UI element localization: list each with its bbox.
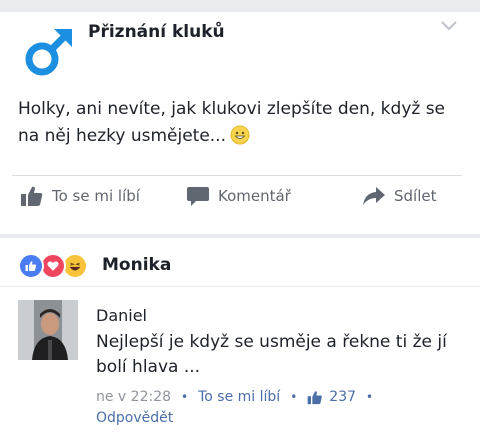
comment-time: ne v 22:28	[96, 389, 172, 405]
male-symbol-icon[interactable]	[20, 25, 76, 81]
comment-label: Komentář	[218, 187, 291, 205]
divider	[12, 175, 462, 176]
like-reaction-icon	[18, 253, 44, 279]
reactor-name[interactable]: Monika	[102, 255, 171, 275]
comment-button[interactable]: Komentář	[186, 182, 291, 210]
thumbs-up-icon	[21, 186, 43, 206]
share-button[interactable]: Sdílet	[362, 182, 437, 210]
share-arrow-icon	[363, 187, 385, 205]
reply-link[interactable]: Odpovědět	[96, 410, 173, 426]
separator-dot: •	[181, 390, 189, 404]
separator-dot: •	[290, 390, 298, 404]
comment-text: Nejlepší je když se usměje a řekne ti že…	[96, 332, 447, 377]
post-body: Holky, ani nevíte, jak klukovi zlepšíte …	[18, 96, 468, 150]
comment-like-count[interactable]: 237	[329, 389, 356, 405]
like-label: To se mi líbí	[52, 187, 140, 205]
avatar[interactable]	[18, 300, 78, 360]
thumbs-up-icon	[307, 390, 323, 404]
chevron-down-icon[interactable]	[440, 20, 458, 32]
share-label: Sdílet	[394, 187, 437, 205]
comment-meta: ne v 22:28 • To se mi líbí • 237 •	[96, 389, 383, 405]
comment-icon	[187, 187, 209, 206]
like-button[interactable]: To se mi líbí	[20, 182, 140, 210]
comment-like-link[interactable]: To se mi líbí	[198, 389, 280, 405]
reaction-icons[interactable]	[18, 253, 88, 279]
comment-author[interactable]: Daniel	[96, 306, 147, 325]
top-strip	[0, 0, 480, 12]
separator-dot: •	[366, 390, 374, 404]
divider	[0, 286, 480, 287]
page-title[interactable]: Přiznání kluků	[88, 22, 225, 42]
grinning-emoji-icon	[230, 125, 250, 145]
